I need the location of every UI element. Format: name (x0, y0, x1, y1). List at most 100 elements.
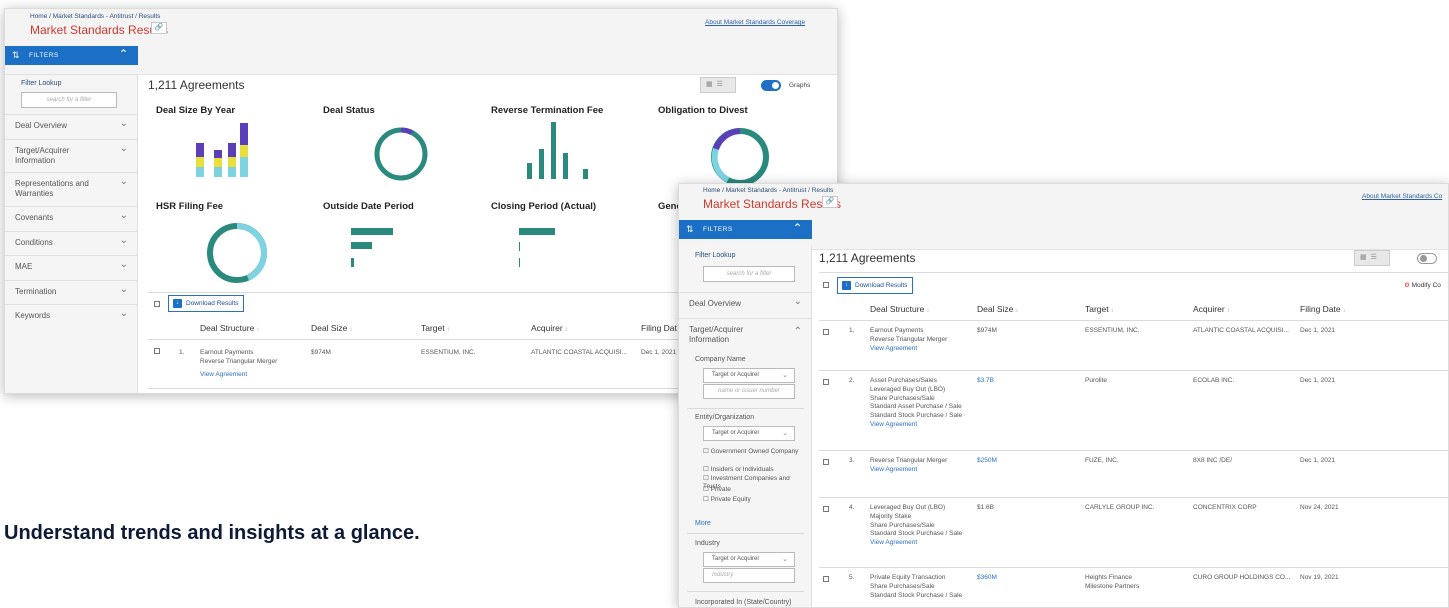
industry-input[interactable]: Industry (703, 568, 795, 583)
filter-search-input[interactable]: search for a filter (21, 92, 117, 108)
about-coverage-link[interactable]: About Market Standards Coverage (705, 19, 805, 26)
filter-search-input[interactable]: search for a filter (703, 266, 795, 282)
col-label: Target (421, 323, 445, 333)
modify-columns-button[interactable]: ⚙ Modify Co (1404, 282, 1441, 291)
select-all-checkbox[interactable] (154, 301, 160, 307)
filter-section-item[interactable]: MAE ⌄ (5, 255, 138, 280)
entity-option-checkbox[interactable]: ☐ Private (703, 486, 799, 494)
page-title: Market Standards Results (30, 23, 169, 37)
chevron-up-icon: ⌃ (793, 326, 802, 337)
about-coverage-link[interactable]: About Market Standards Co (1362, 193, 1442, 200)
entity-more-link[interactable]: More (695, 520, 711, 527)
breadcrumb[interactable]: Home / Market Standards - Antitrust / Re… (30, 13, 160, 20)
tagline: Understand trends and insights at a glan… (4, 522, 420, 544)
row-number: 2. (849, 377, 855, 384)
col-deal-structure[interactable]: Deal Structure ↕ (200, 323, 259, 333)
graphs-toggle[interactable] (761, 80, 781, 91)
select-all-checkbox[interactable] (823, 282, 829, 288)
industry-label: Industry (695, 540, 720, 547)
view-agreement-link[interactable]: View Agreement (870, 345, 917, 354)
col-target[interactable]: Target ↕ (421, 323, 450, 333)
filter-section-item[interactable]: Termination ⌄ (5, 280, 138, 304)
view-agreement-link[interactable]: View Agreement (870, 466, 917, 475)
filter-section-item[interactable]: Keywords ⌄ (5, 304, 138, 328)
row-target: FUZE, INC. (1085, 457, 1119, 464)
row-checkbox[interactable] (823, 379, 829, 385)
link-icon[interactable]: 🔗 (151, 22, 167, 34)
row-number: 1. (179, 349, 185, 356)
view-agreement-link[interactable]: View Agreement (870, 421, 917, 430)
col-target[interactable]: Target ↕ (1085, 304, 1114, 314)
outside-date-chart[interactable] (349, 225, 409, 270)
select-value: Target or Acquirer (712, 430, 760, 436)
industry-select[interactable]: Target or Acquirer ⌄ (703, 552, 795, 567)
chevron-down-icon: ⌄ (119, 210, 128, 221)
hsr-filing-fee-donut[interactable] (203, 219, 271, 287)
col-label: Acquirer (531, 323, 563, 333)
row-divider (819, 450, 1448, 451)
col-acquirer[interactable]: Acquirer ↕ (1193, 304, 1230, 314)
col-acquirer[interactable]: Acquirer ↕ (531, 323, 568, 333)
filter-section-deal-overview[interactable]: Deal Overview ⌄ (679, 292, 812, 318)
col-deal-size[interactable]: Deal Size ↕ (311, 323, 352, 333)
download-results-button[interactable]: ↓ Download Results (837, 277, 914, 294)
view-agreement-link[interactable]: View Agreement (200, 371, 247, 380)
col-label: Deal Size (311, 323, 348, 333)
obligation-divest-donut[interactable] (708, 125, 772, 189)
row-deal-structure: Earnout Payments Reverse Triangular Merg… (870, 327, 948, 343)
graphs-toggle[interactable] (1417, 253, 1437, 264)
filter-sidebar: Filter Lookup search for a filter Deal O… (679, 246, 812, 607)
filters-label: FILTERS (29, 52, 59, 59)
filter-section-item[interactable]: Deal Overview ⌄ (5, 114, 138, 139)
chevron-up-icon[interactable]: ⌃ (118, 45, 129, 64)
row-checkbox[interactable] (823, 459, 829, 465)
deal-size-chart[interactable] (190, 119, 260, 189)
donut-slice (400, 127, 414, 135)
row-checkbox[interactable] (154, 348, 160, 354)
company-name-input[interactable]: name or issuer number (703, 384, 795, 399)
closing-period-chart[interactable] (517, 225, 577, 270)
entity-option-checkbox[interactable]: ☐ Insiders or Individuals (703, 466, 799, 474)
chart-title-deal-status: Deal Status (323, 105, 375, 116)
row-checkbox[interactable] (823, 506, 829, 512)
section-label: Keywords (15, 311, 51, 320)
col-filing-date[interactable]: Filing Dat (641, 323, 677, 333)
col-label: Deal Size (977, 304, 1014, 314)
link-icon[interactable]: 🔗 (822, 196, 838, 208)
view-toggle[interactable]: ▦☰ (1354, 250, 1390, 266)
chevron-down-icon: ⌄ (782, 430, 788, 437)
row-deal-structure: Earnout Payments Reverse Triangular Merg… (200, 349, 278, 365)
chart-title-deal-size: Deal Size By Year (156, 105, 236, 116)
filter-section-item[interactable]: Representations and Warranties ⌄ (5, 172, 138, 206)
row-target: ESSENTIUM, INC. (421, 349, 476, 356)
company-name-select[interactable]: Target or Acquirer ⌄ (703, 368, 795, 383)
row-deal-size: $360M (977, 574, 997, 581)
download-results-button[interactable]: ↓ Download Results (168, 295, 245, 312)
entity-select[interactable]: Target or Acquirer ⌄ (703, 426, 795, 441)
download-icon: ↓ (173, 299, 182, 308)
col-deal-size[interactable]: Deal Size ↕ (977, 304, 1018, 314)
col-label: Deal Structure (870, 304, 925, 314)
chart-title-reverse-termination-fee: Reverse Termination Fee (491, 105, 604, 116)
section-label: Covenants (15, 213, 54, 222)
filters-toggle[interactable]: ⇅ FILTERS ⌃ (679, 220, 812, 239)
filter-section-item[interactable]: Target/Acquirer Information ⌄ (5, 139, 138, 172)
entity-option-checkbox[interactable]: ☐ Private Equity (703, 496, 799, 504)
entity-option-checkbox[interactable]: ☐ Government Owned Company (703, 448, 799, 456)
deal-status-donut[interactable] (371, 124, 431, 184)
row-checkbox[interactable] (823, 329, 829, 335)
col-filing-date[interactable]: Filing Date ↓ (1300, 304, 1346, 314)
chevron-up-icon[interactable]: ⌃ (792, 219, 803, 238)
filter-section-item[interactable]: Conditions ⌄ (5, 231, 138, 255)
filter-section-item[interactable]: Covenants ⌄ (5, 206, 138, 231)
view-toggle[interactable]: ▦☰ (700, 77, 736, 93)
filter-lookup-label: Filter Lookup (695, 252, 736, 259)
view-agreement-link[interactable]: View Agreement (870, 539, 917, 548)
filters-toggle[interactable]: ⇅ FILTERS ⌃ (5, 46, 138, 65)
breadcrumb[interactable]: Home / Market Standards - Antitrust / Re… (703, 187, 833, 194)
row-checkbox[interactable] (823, 576, 829, 582)
reverse-termination-fee-chart[interactable] (523, 121, 593, 186)
chart-title-closing-period: Closing Period (Actual) (491, 201, 597, 212)
col-deal-structure[interactable]: Deal Structure ↕ (870, 304, 929, 314)
chart-title-outside-date: Outside Date Period (323, 201, 414, 212)
